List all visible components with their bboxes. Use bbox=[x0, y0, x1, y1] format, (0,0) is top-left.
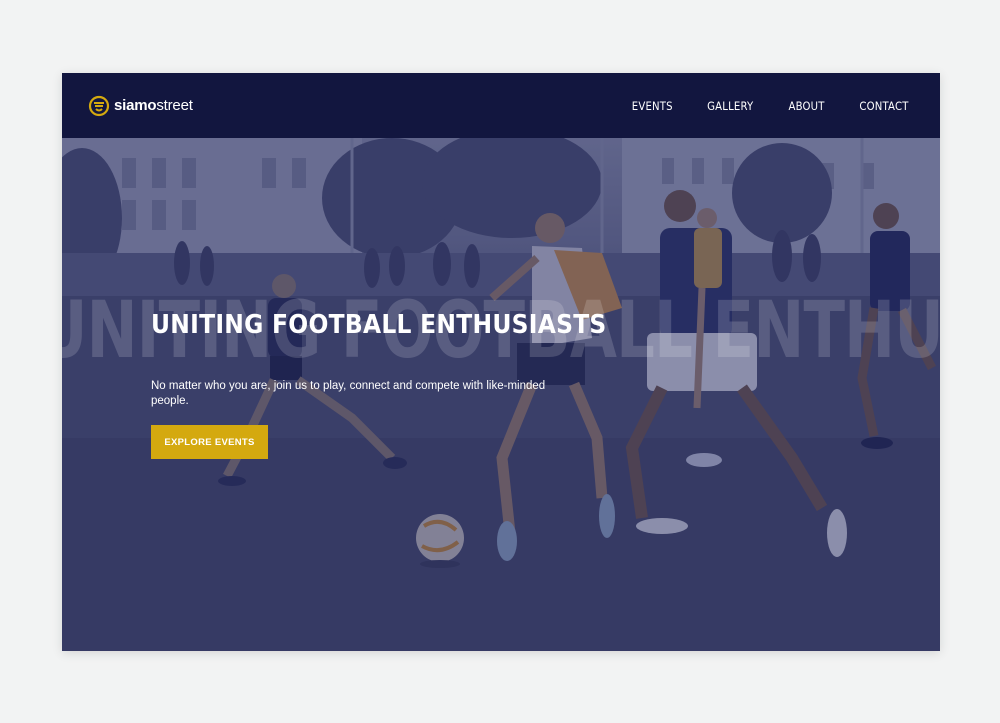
site-logo[interactable]: siamostreet bbox=[88, 95, 193, 117]
nav-about[interactable]: ABOUT bbox=[788, 99, 824, 113]
hero-title: UNITING FOOTBALL ENTHUSIASTS bbox=[151, 310, 607, 340]
nav-events[interactable]: EVENTS bbox=[632, 99, 673, 113]
nav-contact[interactable]: CONTACT bbox=[859, 99, 908, 113]
top-navbar: siamostreet EVENTS GALLERY ABOUT CONTACT bbox=[62, 73, 940, 138]
logo-wordmark: siamostreet bbox=[114, 97, 193, 114]
website-frame: siamostreet EVENTS GALLERY ABOUT CONTACT bbox=[62, 73, 940, 651]
hero-section: UNITING FOOTBALL ENTHUSIASTS UNITING FOO… bbox=[62, 138, 940, 651]
logo-icon bbox=[88, 95, 110, 116]
hero-subtitle: No matter who you are, join us to play, … bbox=[151, 380, 546, 407]
main-nav: EVENTS GALLERY ABOUT CONTACT bbox=[629, 99, 912, 113]
nav-gallery[interactable]: GALLERY bbox=[708, 99, 754, 113]
explore-events-button[interactable]: EXPLORE EVENTS bbox=[151, 425, 268, 459]
